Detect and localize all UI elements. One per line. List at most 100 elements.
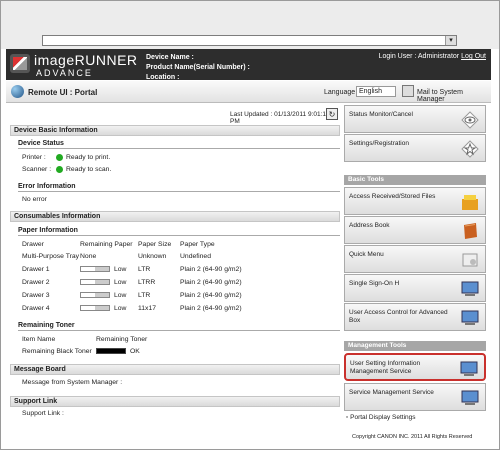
monitor-icon xyxy=(461,281,479,296)
scanner-label: Scanner : xyxy=(22,166,52,173)
row1-size: LTR xyxy=(138,266,151,273)
toner-level-bar xyxy=(96,348,126,354)
toner-col-remaining: Remaining Toner xyxy=(96,336,148,343)
brand-name: imageRUNNER xyxy=(34,52,138,68)
settings-label: Settings/Registration xyxy=(349,140,409,147)
row1-drawer: Drawer 1 xyxy=(22,266,50,273)
status-monitor-button[interactable]: Status Monitor/Cancel xyxy=(344,105,486,133)
address-book-icon xyxy=(464,223,477,239)
row3-type: Plain 2 (64-90 g/m2) xyxy=(180,292,242,299)
row4-drawer: Drawer 4 xyxy=(22,305,50,312)
col-paper-type: Paper Type xyxy=(180,241,215,248)
access-files-label: Access Received/Stored Files xyxy=(349,193,436,200)
refresh-button[interactable]: ↻ xyxy=(326,108,338,120)
row4-size: 11x17 xyxy=(138,305,157,312)
mail-icon[interactable] xyxy=(402,85,414,97)
col-remaining-paper: Remaining Paper xyxy=(80,241,133,248)
right-panel: Status Monitor/Cancel Settings/Registrat… xyxy=(344,105,489,445)
section-consumables: Consumables Information xyxy=(10,211,340,222)
printer-label: Printer : xyxy=(22,154,46,161)
row2-level-bar xyxy=(80,279,110,285)
logout-link[interactable]: Log Out xyxy=(461,53,486,60)
quick-menu-icon xyxy=(462,253,478,267)
user-setting-label: User Setting Information Management Serv… xyxy=(350,360,421,375)
row4-type: Plain 2 (64-90 g/m2) xyxy=(180,305,242,312)
row3-drawer: Drawer 3 xyxy=(22,292,50,299)
message-text: Message from System Manager : xyxy=(22,379,123,386)
row3-size: LTR xyxy=(138,292,151,299)
copyright: Copyright CANON INC. 2011 All Rights Res… xyxy=(352,434,473,440)
portal-globe-icon xyxy=(11,85,24,98)
folder-box-icon xyxy=(462,195,478,210)
browser-toolbar: ▾ xyxy=(1,1,499,49)
row0-drawer: Multi-Purpose Tray xyxy=(22,253,80,260)
row0-remaining: None xyxy=(80,253,97,260)
service-management-button[interactable]: Service Management Service xyxy=(344,383,486,411)
mail-to-manager-link[interactable]: Mail to System Manager xyxy=(417,89,491,103)
row2-size: LTRR xyxy=(138,279,156,286)
page-title: Remote UI : Portal xyxy=(28,88,98,97)
section-message-board: Message Board xyxy=(10,364,340,375)
col-drawer: Drawer xyxy=(22,241,44,248)
row3-remaining: Low xyxy=(114,292,127,299)
service-management-label: Service Management Service xyxy=(349,389,434,396)
canon-logo-icon xyxy=(10,54,30,73)
user-setting-info-button[interactable]: User Setting Information Management Serv… xyxy=(344,353,486,381)
basic-tools-heading: Basic Tools xyxy=(344,175,486,185)
last-updated: Last Updated : 01/13/2011 9:01:18 PM xyxy=(230,111,330,125)
remaining-toner-heading: Remaining Toner xyxy=(18,322,340,331)
language-label: Language xyxy=(324,89,356,96)
device-header: imageRUNNER ADVANCE Device Name : Produc… xyxy=(6,49,491,83)
brand-subname: ADVANCE xyxy=(36,68,93,78)
address-dropdown-button[interactable]: ▾ xyxy=(445,36,456,45)
user-access-label: User Access Control for Advanced Box xyxy=(349,309,448,324)
address-bar[interactable]: ▾ xyxy=(42,35,457,46)
main-panel: Last Updated : 01/13/2011 9:01:18 PM ↻ D… xyxy=(10,105,340,425)
portal-title-bar: Remote UI : Portal Language English Mail… xyxy=(6,81,491,103)
row4-remaining: Low xyxy=(114,305,127,312)
portal-display-settings-link[interactable]: ▫ Portal Display Settings xyxy=(346,414,416,421)
printer-ok-icon xyxy=(56,154,63,161)
toner-black-name: Remaining Black Toner xyxy=(22,348,92,355)
no-error-text: No error xyxy=(22,196,47,203)
quick-menu-button[interactable]: Quick Menu xyxy=(344,245,486,273)
device-info: Device Name : Product Name(Serial Number… xyxy=(146,53,250,83)
scanner-status: Ready to scan. xyxy=(66,166,112,173)
paper-info-heading: Paper Information xyxy=(18,227,340,236)
monitor-icon xyxy=(461,390,479,405)
address-book-button[interactable]: Address Book xyxy=(344,216,486,244)
single-sign-on-label: Single Sign-On H xyxy=(349,280,400,287)
language-select[interactable]: English xyxy=(356,86,396,97)
settings-star-icon xyxy=(461,140,479,158)
eye-icon xyxy=(461,111,479,129)
section-device-basic: Device Basic Information xyxy=(10,125,340,136)
status-monitor-label: Status Monitor/Cancel xyxy=(349,111,413,118)
error-info-heading: Error Information xyxy=(18,183,340,192)
user-access-control-button[interactable]: User Access Control for Advanced Box xyxy=(344,303,486,331)
device-name-label: Device Name : xyxy=(146,54,194,61)
support-text: Support Link : xyxy=(22,410,64,417)
management-tools-heading: Management Tools xyxy=(344,341,486,351)
address-book-label: Address Book xyxy=(349,222,390,229)
monitor-icon xyxy=(461,310,479,325)
product-name-label: Product Name(Serial Number) : xyxy=(146,64,250,71)
row4-level-bar xyxy=(80,305,110,311)
scanner-ok-icon xyxy=(56,166,63,173)
device-status-heading: Device Status xyxy=(18,140,340,149)
section-support-link: Support Link xyxy=(10,396,340,407)
row1-level-bar xyxy=(80,266,110,272)
row0-type: Undefined xyxy=(180,253,211,260)
monitor-icon xyxy=(460,361,478,376)
row1-remaining: Low xyxy=(114,266,127,273)
toner-black-status: OK xyxy=(130,348,140,355)
row0-size: Unknown xyxy=(138,253,167,260)
printer-status: Ready to print. xyxy=(66,154,111,161)
login-user: Login User : Administrator xyxy=(378,53,460,60)
settings-registration-button[interactable]: Settings/Registration xyxy=(344,134,486,162)
access-files-button[interactable]: Access Received/Stored Files xyxy=(344,187,486,215)
toner-col-item: Item Name xyxy=(22,336,56,343)
row1-type: Plain 2 (64-90 g/m2) xyxy=(180,266,242,273)
login-info: Login User : Administrator Log Out xyxy=(379,53,486,60)
single-sign-on-button[interactable]: Single Sign-On H xyxy=(344,274,486,302)
row2-type: Plain 2 (64-90 g/m2) xyxy=(180,279,242,286)
